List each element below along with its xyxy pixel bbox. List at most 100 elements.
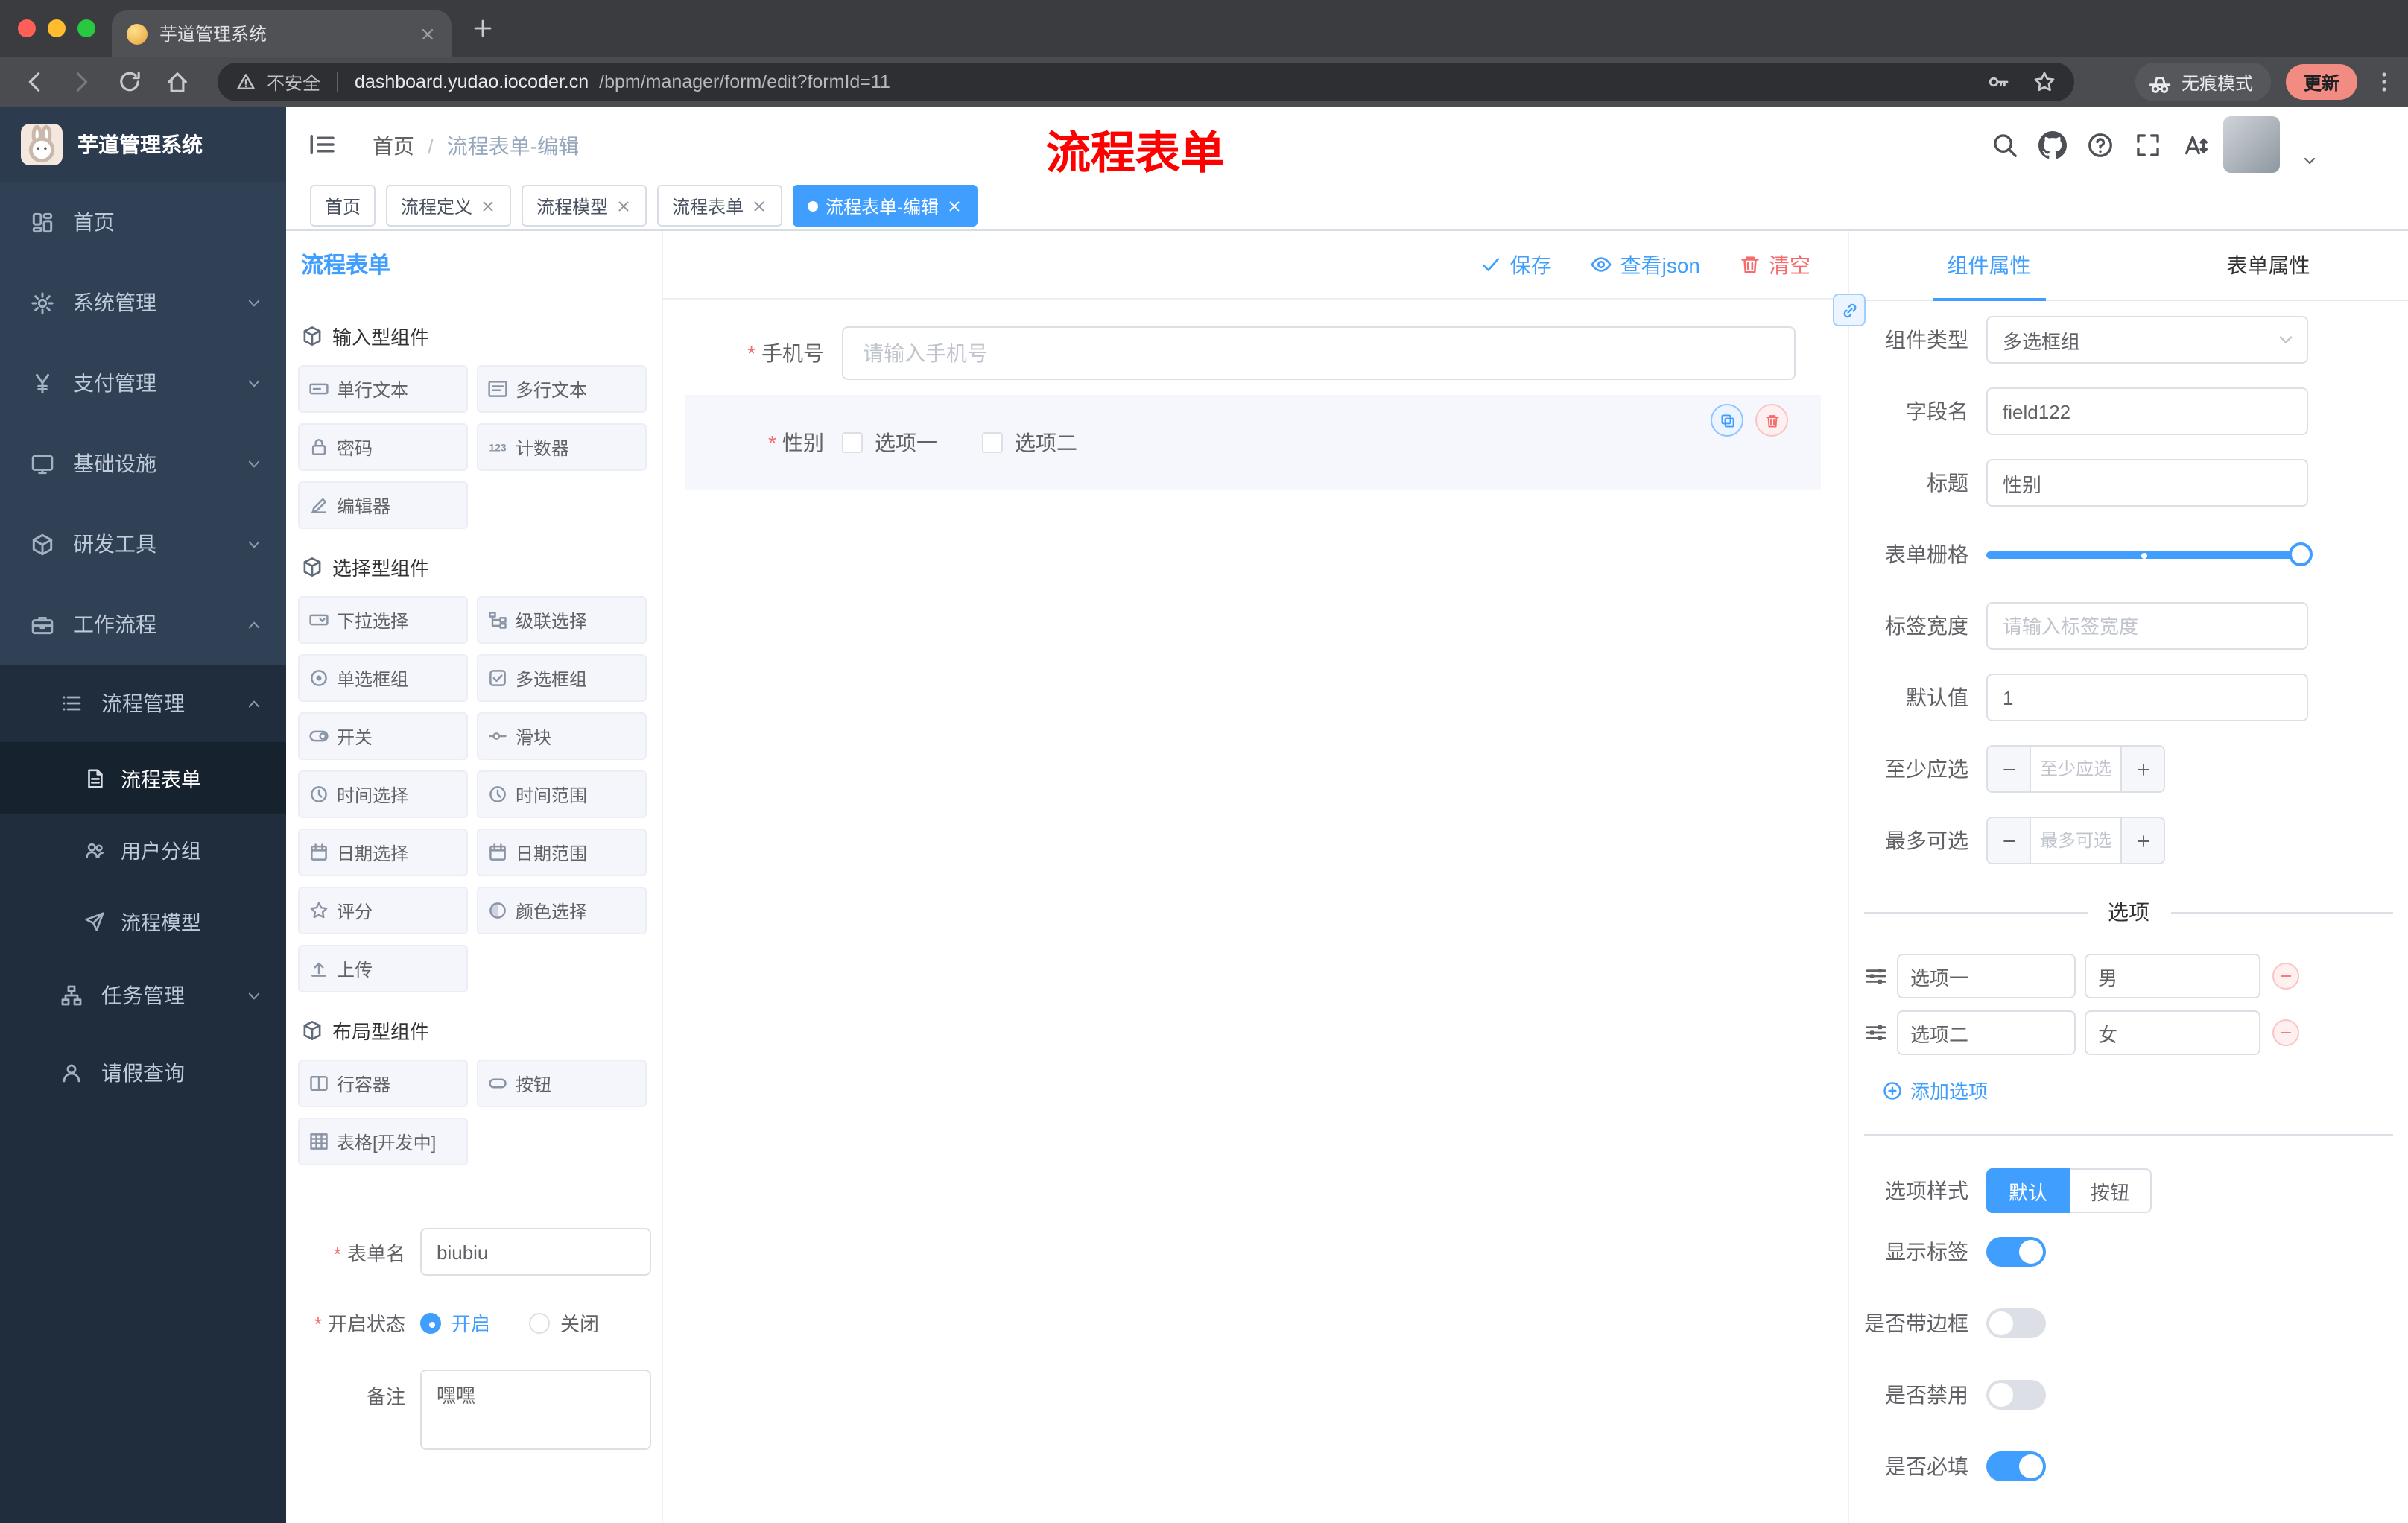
sidebar-item-devtools[interactable]: 研发工具: [0, 504, 286, 584]
avatar-caret-icon[interactable]: [2301, 152, 2319, 170]
github-icon[interactable]: [2038, 130, 2067, 159]
sidebar-item-leave-query[interactable]: 请假查询: [0, 1034, 286, 1112]
title-input[interactable]: [1986, 459, 2308, 507]
password-manager-icon[interactable]: [1986, 70, 2010, 94]
status-off-radio[interactable]: 关闭: [529, 1308, 599, 1337]
doc-link-button[interactable]: [1833, 294, 1866, 326]
palette-item-date-range[interactable]: 日期范围: [477, 829, 647, 876]
form-remark-textarea[interactable]: 嘿嘿: [420, 1370, 651, 1450]
phone-input[interactable]: [842, 326, 1796, 380]
palette-item-radio-group[interactable]: 单选框组: [298, 654, 468, 702]
tag-process-form-edit[interactable]: 流程表单-编辑: [793, 185, 978, 227]
border-toggle[interactable]: [1986, 1308, 2046, 1338]
sidebar-item-process-model[interactable]: 流程模型: [0, 885, 286, 957]
copy-component-button[interactable]: [1711, 404, 1743, 437]
style-button-button[interactable]: 按钮: [2070, 1168, 2152, 1213]
back-button[interactable]: [21, 69, 48, 95]
sidebar-item-task-mgmt[interactable]: 任务管理: [0, 957, 286, 1034]
option-drag-handle-icon[interactable]: [1864, 1021, 1888, 1045]
view-json-button[interactable]: 查看json: [1591, 250, 1700, 279]
tag-process-definition[interactable]: 流程定义: [386, 185, 512, 227]
min-select-input[interactable]: [2031, 747, 2120, 791]
save-button[interactable]: 保存: [1480, 250, 1552, 279]
tag-process-form[interactable]: 流程表单: [657, 185, 783, 227]
address-bar[interactable]: 不安全 dashboard.yudao.iocoder.cn /bpm/mana…: [218, 63, 2074, 101]
palette-item-switch[interactable]: 开关: [298, 712, 468, 760]
browser-menu-icon[interactable]: [2372, 70, 2396, 94]
palette-item-time-picker[interactable]: 时间选择: [298, 770, 468, 818]
browser-tab[interactable]: 芋道管理系统: [112, 10, 452, 57]
increase-button[interactable]: [2120, 818, 2164, 863]
palette-item-rate[interactable]: 评分: [298, 887, 468, 934]
palette-item-single-text[interactable]: 单行文本: [298, 365, 468, 413]
reload-button[interactable]: [116, 69, 143, 95]
sidebar-item-home[interactable]: 首页: [0, 182, 286, 262]
palette-item-select[interactable]: 下拉选择: [298, 596, 468, 644]
palette-item-password[interactable]: 密码: [298, 423, 468, 471]
decrease-button[interactable]: [1988, 747, 2031, 791]
component-type-value[interactable]: [1986, 316, 2308, 364]
palette-item-cascader[interactable]: 级联选择: [477, 596, 647, 644]
sidebar-item-process-form[interactable]: 流程表单: [0, 742, 286, 814]
chrome-update-button[interactable]: 更新: [2285, 64, 2357, 100]
canvas-field-phone[interactable]: 手机号: [678, 326, 1848, 380]
palette-item-multi-text[interactable]: 多行文本: [477, 365, 647, 413]
palette-item-button[interactable]: 按钮: [477, 1060, 647, 1107]
field-name-input[interactable]: [1986, 387, 2308, 435]
sidebar-item-infra[interactable]: 基础设施: [0, 423, 286, 504]
option-label-input[interactable]: [1897, 954, 2076, 998]
clear-button[interactable]: 清空: [1739, 250, 1810, 279]
sidebar-item-payment[interactable]: 支付管理: [0, 343, 286, 423]
component-type-select[interactable]: [1986, 316, 2308, 364]
gender-option-1-checkbox[interactable]: 选项一: [842, 428, 937, 457]
fullscreen-icon[interactable]: [2134, 130, 2162, 159]
palette-item-checkbox-group[interactable]: 多选框组: [477, 654, 647, 702]
palette-item-date-picker[interactable]: 日期选择: [298, 829, 468, 876]
remove-option-button[interactable]: [2272, 963, 2299, 990]
palette-item-editor[interactable]: 编辑器: [298, 481, 468, 529]
app-logo[interactable]: 芋道管理系统: [0, 107, 286, 182]
palette-item-counter[interactable]: 123 计数器: [477, 423, 647, 471]
search-icon[interactable]: [1991, 130, 2019, 159]
tab-close-icon[interactable]: [419, 25, 437, 42]
sidebar-item-workflow[interactable]: 工作流程: [0, 584, 286, 665]
default-value-input[interactable]: [1986, 674, 2308, 721]
tab-form-props[interactable]: 表单属性: [2129, 231, 2408, 300]
option-drag-handle-icon[interactable]: [1864, 964, 1888, 988]
palette-item-slider[interactable]: 滑块: [477, 712, 647, 760]
increase-button[interactable]: [2120, 747, 2164, 791]
user-avatar[interactable]: [2223, 116, 2280, 173]
tab-component-props[interactable]: 组件属性: [1849, 231, 2129, 300]
add-option-button[interactable]: 添加选项: [1882, 1076, 2408, 1104]
window-zoom-button[interactable]: [77, 19, 95, 37]
palette-item-row-container[interactable]: 行容器: [298, 1060, 468, 1107]
form-grid-slider[interactable]: [1986, 531, 2313, 578]
hamburger-fold-icon[interactable]: [307, 130, 337, 159]
tag-home[interactable]: 首页: [310, 185, 376, 227]
required-toggle[interactable]: [1986, 1451, 2046, 1481]
tag-close-icon[interactable]: [480, 197, 496, 214]
decrease-button[interactable]: [1988, 818, 2031, 863]
new-tab-button[interactable]: [471, 16, 495, 40]
home-button[interactable]: [164, 69, 191, 95]
help-icon[interactable]: [2086, 130, 2114, 159]
status-on-radio[interactable]: 开启: [420, 1308, 490, 1337]
gender-option-2-checkbox[interactable]: 选项二: [982, 428, 1077, 457]
remove-option-button[interactable]: [2272, 1019, 2299, 1046]
breadcrumb-home[interactable]: 首页: [373, 131, 414, 161]
sidebar-item-user-groups[interactable]: 用户分组: [0, 814, 286, 885]
palette-item-table[interactable]: 表格[开发中]: [298, 1118, 468, 1165]
disabled-toggle[interactable]: [1986, 1380, 2046, 1410]
tag-close-icon[interactable]: [946, 197, 963, 214]
palette-item-color-picker[interactable]: 颜色选择: [477, 887, 647, 934]
option-value-input[interactable]: [2085, 1010, 2260, 1055]
label-width-input[interactable]: [1986, 602, 2308, 650]
max-select-input[interactable]: [2031, 818, 2120, 863]
option-value-input[interactable]: [2085, 954, 2260, 998]
canvas-field-gender-selected[interactable]: 性别 选项一 选项二: [685, 395, 1821, 490]
palette-item-upload[interactable]: 上传: [298, 945, 468, 992]
forward-button[interactable]: [69, 69, 95, 95]
sidebar-item-process-mgmt[interactable]: 流程管理: [0, 665, 286, 742]
window-close-button[interactable]: [18, 19, 36, 37]
show-label-toggle[interactable]: [1986, 1237, 2046, 1267]
